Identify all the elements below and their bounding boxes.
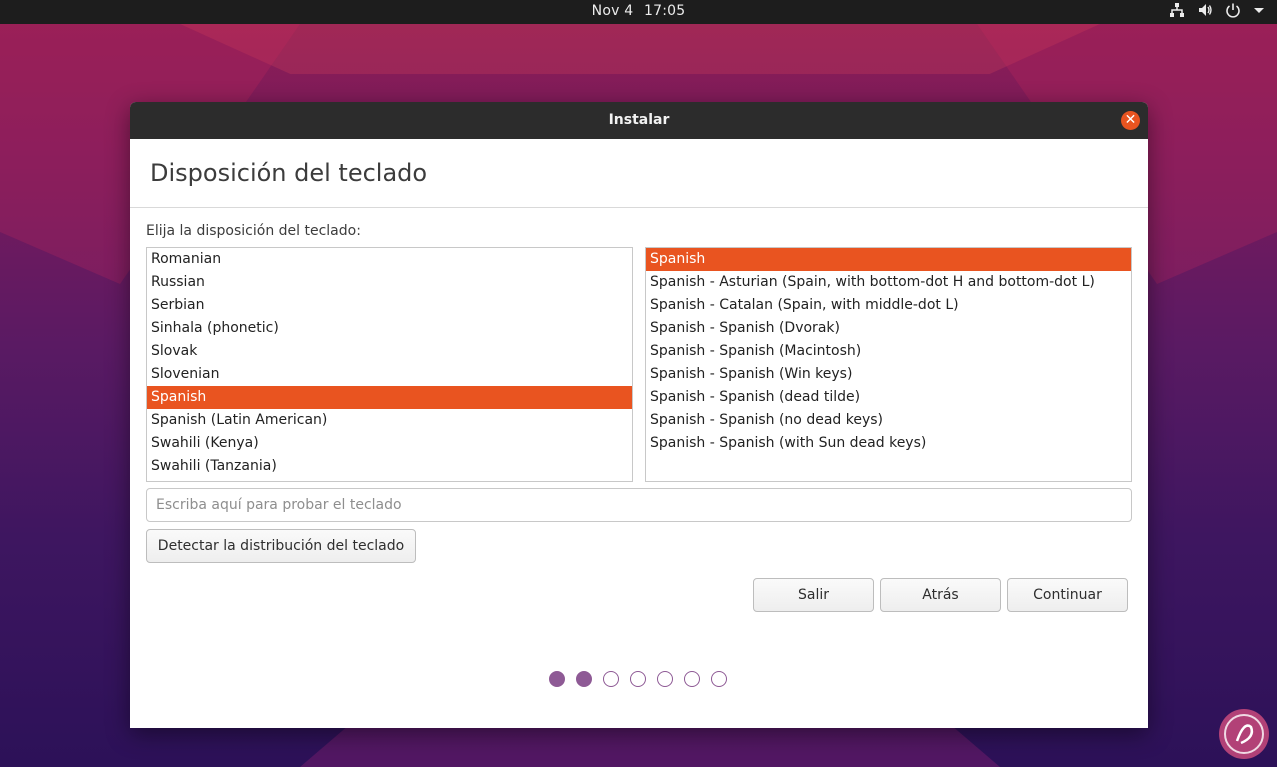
quit-button[interactable]: Salir [753,578,874,612]
clock-date: Nov 4 [591,3,634,19]
layout-list-item[interactable]: Slovenian [147,363,632,386]
layout-list-item[interactable]: Swahili (Tanzania) [147,455,632,478]
volume-icon [1199,4,1212,16]
progress-dot [630,671,646,687]
layout-list-item[interactable]: Serbian [147,294,632,317]
layout-list-item[interactable]: Spanish [147,386,632,409]
page-title: Disposición del teclado [150,159,428,187]
progress-dot [576,671,592,687]
back-button[interactable]: Atrás [880,578,1001,612]
menu-arrow-icon [1254,8,1264,13]
layout-prompt: Elija la disposición del teclado: [146,223,361,239]
variant-list-item[interactable]: Spanish - Spanish (no dead keys) [646,409,1131,432]
variant-list-item[interactable]: Spanish - Asturian (Spain, with bottom-d… [646,271,1131,294]
step-progress [549,671,727,687]
detect-layout-button[interactable]: Detectar la distribución del teclado [146,529,416,563]
variant-list-item[interactable]: Spanish [646,248,1131,271]
layout-list-item[interactable]: Romanian [147,248,632,271]
close-button[interactable]: ✕ [1121,111,1140,130]
continue-button[interactable]: Continuar [1007,578,1128,612]
layout-list-item[interactable]: Spanish (Latin American) [147,409,632,432]
progress-dot [684,671,700,687]
wallpaper-shape [180,24,1100,74]
variant-list-item[interactable]: Spanish - Spanish (Win keys) [646,363,1131,386]
variant-list-item[interactable]: Spanish - Catalan (Spain, with middle-do… [646,294,1131,317]
title-bar[interactable]: Instalar ✕ [130,102,1148,139]
window-title: Instalar [608,112,670,128]
watermark-logo-icon [1219,709,1269,759]
progress-dot [711,671,727,687]
variant-list-item[interactable]: Spanish - Spanish (Macintosh) [646,340,1131,363]
progress-dot [549,671,565,687]
variant-list-item[interactable]: Spanish - Spanish (with Sun dead keys) [646,432,1131,455]
layout-list-item[interactable]: Swahili (Kenya) [147,432,632,455]
clock[interactable]: Nov 4 17:05 [0,3,1277,19]
layout-list-item[interactable]: Russian [147,271,632,294]
progress-dot [603,671,619,687]
variant-list[interactable]: Spanish Spanish - Asturian (Spain, with b… [645,247,1132,482]
variant-list-item[interactable]: Spanish - Spanish (dead tilde) [646,386,1131,409]
header-separator [130,207,1148,208]
layout-list-item[interactable]: Sinhala (phonetic) [147,317,632,340]
close-icon: ✕ [1124,112,1137,128]
top-bar: Nov 4 17:05 [0,0,1277,24]
system-tray[interactable] [1169,2,1265,18]
network-icon [1170,3,1184,17]
keyboard-test-input[interactable] [146,488,1132,522]
power-icon [1226,3,1240,18]
layout-list[interactable]: Romanian Russian Serbian Sinhala (phonetic)… [146,247,633,482]
clock-time: 17:05 [643,3,686,19]
installer-window: Instalar ✕ Disposición del teclado Elija… [130,102,1148,728]
progress-dot [657,671,673,687]
layout-list-item[interactable]: Slovak [147,340,632,363]
variant-list-item[interactable]: Spanish - Spanish (Dvorak) [646,317,1131,340]
